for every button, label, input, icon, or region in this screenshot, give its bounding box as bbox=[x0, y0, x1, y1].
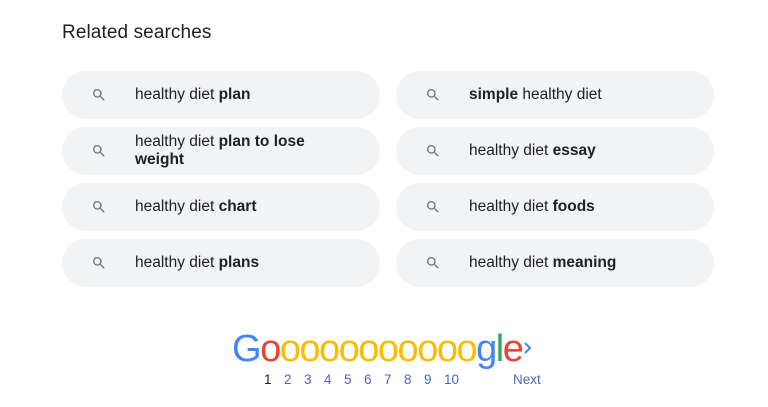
search-icon bbox=[424, 142, 442, 160]
next-page-link[interactable]: Next bbox=[513, 372, 541, 387]
page-link[interactable]: 4 bbox=[324, 372, 332, 387]
related-searches-heading: Related searches bbox=[62, 22, 212, 43]
page-link[interactable]: 9 bbox=[424, 372, 432, 387]
search-icon bbox=[90, 142, 108, 160]
related-search-label: healthy diet essay bbox=[469, 142, 596, 159]
related-search-label: healthy diet plans bbox=[135, 254, 260, 271]
logo-letter: e bbox=[502, 328, 524, 370]
related-search-item[interactable]: healthy diet chart bbox=[62, 183, 380, 231]
related-search-label: healthy diet foods bbox=[469, 198, 595, 215]
logo-letter: o bbox=[318, 328, 340, 370]
page-link[interactable]: 2 bbox=[284, 372, 292, 387]
related-search-item[interactable]: healthy diet meaning bbox=[396, 239, 714, 287]
page-link[interactable]: 5 bbox=[344, 372, 352, 387]
search-icon bbox=[90, 254, 108, 272]
related-search-item[interactable]: simple healthy diet bbox=[396, 71, 714, 119]
logo-letter: o bbox=[358, 328, 379, 370]
related-search-label: healthy diet plan bbox=[135, 86, 251, 103]
logo-letter: g bbox=[476, 328, 497, 370]
related-search-item[interactable]: healthy diet plan to lose weight bbox=[62, 127, 380, 175]
search-icon bbox=[424, 198, 442, 216]
related-search-item[interactable]: healthy diet plan bbox=[62, 71, 380, 119]
logo-letter: o bbox=[299, 328, 320, 370]
logo-letter: o bbox=[279, 328, 301, 370]
related-search-item[interactable]: healthy diet essay bbox=[396, 127, 714, 175]
page-link[interactable]: 6 bbox=[364, 372, 372, 387]
google-logo: Gooooooooooogle bbox=[232, 328, 524, 370]
page-link[interactable]: 7 bbox=[384, 372, 392, 387]
logo-letter: o bbox=[417, 328, 438, 370]
logo-letter: o bbox=[338, 328, 360, 370]
logo-letter: G bbox=[232, 328, 262, 370]
logo-letter: o bbox=[260, 328, 281, 370]
pagination: Gooooooooooogle 1 2 3 4 5 6 7 8 9 10 Nex… bbox=[0, 330, 768, 400]
search-icon bbox=[424, 86, 442, 104]
related-search-label: healthy diet meaning bbox=[469, 254, 617, 271]
logo-letter: o bbox=[397, 328, 419, 370]
related-search-label: simple healthy diet bbox=[469, 86, 602, 103]
related-search-item[interactable]: healthy diet foods bbox=[396, 183, 714, 231]
logo-letter: o bbox=[377, 328, 399, 370]
logo-letter: l bbox=[495, 328, 504, 370]
chevron-right-icon[interactable] bbox=[521, 338, 535, 358]
related-search-label: healthy diet chart bbox=[135, 198, 257, 215]
page-current: 1 bbox=[264, 372, 272, 387]
related-search-label: healthy diet plan to lose weight bbox=[135, 133, 305, 168]
page-link[interactable]: 8 bbox=[404, 372, 412, 387]
search-icon bbox=[424, 254, 442, 272]
page-link[interactable]: 10 bbox=[444, 372, 459, 387]
search-icon bbox=[90, 198, 108, 216]
related-search-item[interactable]: healthy diet plans bbox=[62, 239, 380, 287]
related-searches-grid: healthy diet plan simple healthy diet he… bbox=[62, 71, 714, 287]
page-link[interactable]: 3 bbox=[304, 372, 312, 387]
logo-letter: o bbox=[456, 328, 477, 370]
search-icon bbox=[90, 86, 108, 104]
logo-letter: o bbox=[436, 328, 458, 370]
